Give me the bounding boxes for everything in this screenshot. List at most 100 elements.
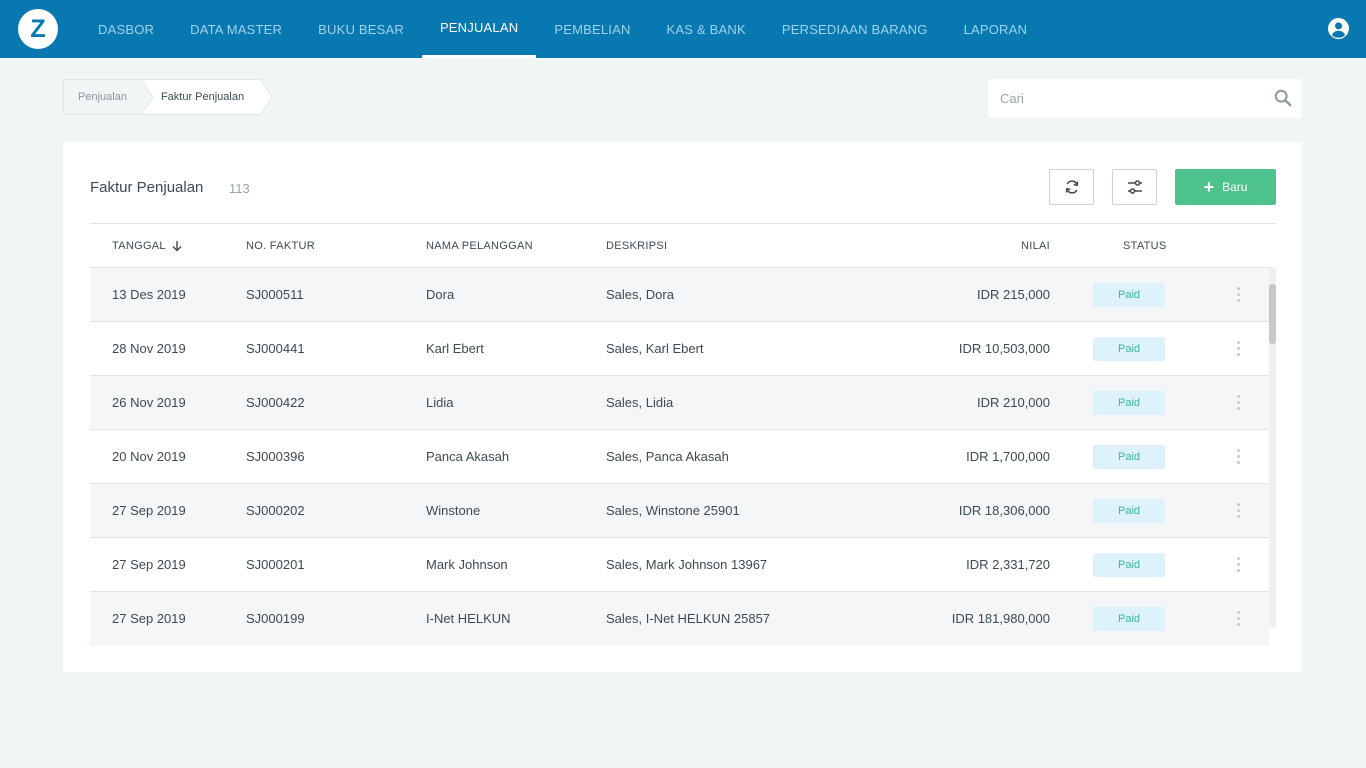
table-row[interactable]: 27 Sep 2019 SJ000202 Winstone Sales, Win… xyxy=(90,484,1269,538)
row-more-button[interactable] xyxy=(1230,538,1246,591)
main-nav: DASBOR DATA MASTER BUKU BESAR PENJUALAN … xyxy=(80,0,1045,58)
top-navbar: Z DASBOR DATA MASTER BUKU BESAR PENJUALA… xyxy=(0,0,1366,58)
row-value: IDR 2,331,720 xyxy=(966,557,1050,572)
row-value: IDR 181,980,000 xyxy=(951,611,1050,626)
breadcrumb-end-chevron-icon xyxy=(260,79,273,115)
row-description: Sales, Panca Akasah xyxy=(606,449,729,464)
row-date: 13 Des 2019 xyxy=(112,287,186,302)
filter-sliders-icon xyxy=(1127,180,1142,194)
row-date: 28 Nov 2019 xyxy=(112,341,186,356)
table-row[interactable]: 28 Nov 2019 SJ000441 Karl Ebert Sales, K… xyxy=(90,322,1269,376)
more-vertical-icon xyxy=(1236,557,1240,572)
more-vertical-icon xyxy=(1236,503,1240,518)
breadcrumb-item-penjualan[interactable]: Penjualan xyxy=(63,79,154,115)
row-status-cell: Paid xyxy=(1093,268,1165,321)
new-invoice-button[interactable]: + Baru xyxy=(1175,169,1276,205)
row-status-cell: Paid xyxy=(1093,376,1165,429)
row-invoice-number: SJ000441 xyxy=(246,341,305,356)
new-button-label: Baru xyxy=(1222,180,1248,194)
breadcrumb-chevron-icon xyxy=(140,79,154,115)
row-description: Sales, Dora xyxy=(606,287,674,302)
row-date: 27 Sep 2019 xyxy=(112,557,186,572)
row-invoice-number: SJ000202 xyxy=(246,503,305,518)
table-row[interactable]: 27 Sep 2019 SJ000199 I-Net HELKUN Sales,… xyxy=(90,592,1269,646)
row-value: IDR 215,000 xyxy=(977,287,1050,302)
breadcrumb: Penjualan Faktur Penjualan xyxy=(63,79,273,115)
nav-item-data-master[interactable]: DATA MASTER xyxy=(172,0,300,58)
status-badge: Paid xyxy=(1093,444,1165,469)
row-customer: Winstone xyxy=(426,503,481,518)
nav-item-persediaan-barang[interactable]: PERSEDIAAN BARANG xyxy=(764,0,946,58)
column-header-status[interactable]: STATUS xyxy=(1123,224,1167,268)
refresh-icon xyxy=(1065,180,1078,194)
invoice-table: TANGGAL NO. FAKTUR NAMA PELANGGAN DESKRI… xyxy=(90,223,1276,646)
scrollbar-thumb[interactable] xyxy=(1269,284,1276,344)
row-customer: I-Net HELKUN xyxy=(426,611,511,626)
breadcrumb-item-faktur-penjualan: Faktur Penjualan xyxy=(140,79,273,115)
row-description: Sales, Lidia xyxy=(606,395,674,410)
more-vertical-icon xyxy=(1236,287,1240,302)
app-logo[interactable]: Z xyxy=(18,9,58,49)
status-badge: Paid xyxy=(1093,552,1165,577)
row-more-button[interactable] xyxy=(1230,430,1246,483)
filter-button[interactable] xyxy=(1112,169,1157,205)
table-header: TANGGAL NO. FAKTUR NAMA PELANGGAN DESKRI… xyxy=(90,223,1276,268)
row-more-button[interactable] xyxy=(1230,592,1246,645)
row-value: IDR 1,700,000 xyxy=(966,449,1050,464)
search-icon[interactable] xyxy=(1274,89,1292,107)
table-scrollbar[interactable] xyxy=(1269,267,1276,627)
row-date: 26 Nov 2019 xyxy=(112,395,186,410)
nav-item-pembelian[interactable]: PEMBELIAN xyxy=(536,0,648,58)
plus-icon: + xyxy=(1203,177,1215,197)
status-badge: Paid xyxy=(1093,282,1165,307)
row-status-cell: Paid xyxy=(1093,484,1165,537)
row-invoice-number: SJ000199 xyxy=(246,611,305,626)
column-header-deskripsi[interactable]: DESKRIPSI xyxy=(606,224,667,268)
row-date: 27 Sep 2019 xyxy=(112,611,186,626)
search-input[interactable] xyxy=(1000,79,1260,118)
status-badge: Paid xyxy=(1093,336,1165,361)
row-more-button[interactable] xyxy=(1230,268,1246,321)
refresh-button[interactable] xyxy=(1049,169,1094,205)
row-status-cell: Paid xyxy=(1093,322,1165,375)
arrow-down-icon xyxy=(172,241,182,252)
page-title: Faktur Penjualan xyxy=(90,179,204,196)
row-description: Sales, Karl Ebert xyxy=(606,341,704,356)
more-vertical-icon xyxy=(1236,611,1240,626)
column-header-tanggal[interactable]: TANGGAL xyxy=(112,224,183,268)
row-description: Sales, Mark Johnson 13967 xyxy=(606,557,768,572)
column-header-nama-pelanggan[interactable]: NAMA PELANGGAN xyxy=(426,224,533,268)
row-invoice-number: SJ000396 xyxy=(246,449,305,464)
nav-item-penjualan[interactable]: PENJUALAN xyxy=(421,0,537,58)
row-status-cell: Paid xyxy=(1093,592,1165,645)
status-badge: Paid xyxy=(1093,606,1165,631)
nav-item-laporan[interactable]: LAPORAN xyxy=(946,0,1046,58)
table-row[interactable]: 27 Sep 2019 SJ000201 Mark Johnson Sales,… xyxy=(90,538,1269,592)
status-badge: Paid xyxy=(1093,390,1165,415)
nav-item-buku-besar[interactable]: BUKU BESAR xyxy=(300,0,422,58)
user-circle-icon[interactable] xyxy=(1328,18,1349,39)
row-status-cell: Paid xyxy=(1093,430,1165,483)
table-row[interactable]: 13 Des 2019 SJ000511 Dora Sales, Dora ID… xyxy=(90,268,1269,322)
table-row[interactable]: 26 Nov 2019 SJ000422 Lidia Sales, Lidia … xyxy=(90,376,1269,430)
row-customer: Mark Johnson xyxy=(426,557,508,572)
row-status-cell: Paid xyxy=(1093,538,1165,591)
row-value: IDR 10,503,000 xyxy=(958,341,1050,356)
more-vertical-icon xyxy=(1236,341,1240,356)
row-more-button[interactable] xyxy=(1230,484,1246,537)
search-box xyxy=(988,79,1302,118)
row-date: 27 Sep 2019 xyxy=(112,503,186,518)
nav-item-kas-bank[interactable]: KAS & BANK xyxy=(649,0,764,58)
row-value: IDR 210,000 xyxy=(977,395,1050,410)
more-vertical-icon xyxy=(1236,449,1240,464)
row-invoice-number: SJ000511 xyxy=(246,287,304,302)
row-more-button[interactable] xyxy=(1230,376,1246,429)
row-more-button[interactable] xyxy=(1230,322,1246,375)
row-customer: Panca Akasah xyxy=(426,449,510,464)
column-header-nilai[interactable]: NILAI xyxy=(1021,224,1050,268)
logo-letter: Z xyxy=(30,14,46,43)
table-row[interactable]: 20 Nov 2019 SJ000396 Panca Akasah Sales,… xyxy=(90,430,1269,484)
nav-item-dasbor[interactable]: DASBOR xyxy=(80,0,172,58)
row-customer: Karl Ebert xyxy=(426,341,484,356)
column-header-no-faktur[interactable]: NO. FAKTUR xyxy=(246,224,315,268)
